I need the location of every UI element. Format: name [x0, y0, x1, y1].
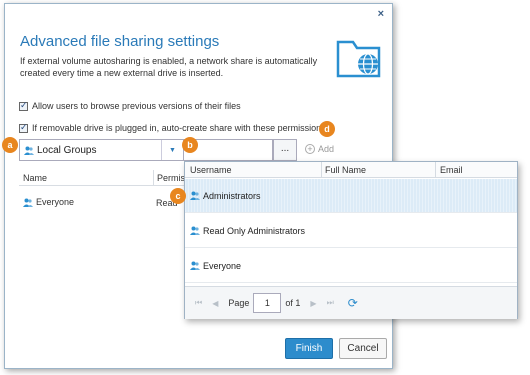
dropdown-value: Local Groups — [24, 145, 96, 156]
add-label: Add — [318, 144, 335, 154]
first-page-icon[interactable]: ⏮ — [195, 298, 202, 308]
users-icon — [190, 226, 200, 235]
list-item-user: Everyone — [190, 261, 241, 271]
add-button[interactable]: + Add — [305, 144, 334, 154]
prev-page-icon[interactable]: ◀ — [212, 299, 218, 308]
row-name: Everyone — [36, 197, 75, 207]
list-item-user: Administrators — [190, 191, 261, 201]
user-picker-popup: Username Full Name Email Administrators … — [184, 161, 518, 319]
list-item-label: Administrators — [203, 190, 261, 201]
page-count: of 1 — [285, 298, 301, 308]
group-type-dropdown[interactable]: Local Groups ▼ — [19, 139, 184, 161]
dialog-description: If external volume autosharing is enable… — [20, 56, 318, 78]
callout-c: c — [170, 188, 186, 204]
browse-button[interactable]: ... — [273, 139, 297, 161]
autocreate-share-row[interactable]: If removable drive is plugged in, auto-c… — [19, 122, 326, 133]
browse-versions-row[interactable]: Allow users to browse previous versions … — [19, 100, 241, 111]
list-item[interactable]: Everyone — [185, 249, 517, 283]
dialog-title: Advanced file sharing settings — [20, 33, 220, 50]
close-icon[interactable]: × — [378, 8, 384, 20]
callout-d: d — [319, 121, 335, 137]
dropdown-value-label: Local Groups — [37, 144, 97, 156]
refresh-icon[interactable]: ⟳ — [348, 296, 358, 310]
users-icon — [190, 191, 200, 200]
list-item[interactable]: Read Only Administrators — [185, 214, 517, 248]
page-label: Page — [228, 298, 250, 308]
chevron-down-icon[interactable]: ▼ — [161, 140, 183, 160]
column-header-username[interactable]: Username — [190, 165, 232, 175]
column-header-name[interactable]: Name — [23, 173, 47, 183]
autocreate-share-checkbox[interactable] — [19, 122, 28, 133]
list-item-label: Everyone — [203, 260, 242, 271]
network-folder-icon — [336, 40, 381, 78]
column-divider[interactable] — [321, 162, 322, 178]
callout-a: a — [2, 137, 18, 153]
table-row[interactable]: Everyone Read — [19, 194, 194, 212]
callout-b: b — [182, 137, 198, 153]
list-item-label: Read Only Administrators — [203, 225, 306, 236]
users-icon — [24, 146, 34, 155]
finish-button[interactable]: Finish — [285, 338, 333, 359]
row-name-cell: Everyone — [23, 197, 74, 207]
users-icon — [23, 198, 33, 207]
column-divider[interactable] — [435, 162, 436, 178]
column-header-fullname[interactable]: Full Name — [325, 165, 366, 175]
column-header-email[interactable]: Email — [440, 165, 463, 175]
page-number-input[interactable]: 1 — [253, 293, 282, 313]
browse-versions-label: Allow users to browse previous versions … — [32, 101, 241, 111]
next-page-icon[interactable]: ▶ — [310, 299, 316, 308]
cancel-button[interactable]: Cancel — [339, 338, 387, 359]
permissions-table-header: Name Permissio — [19, 170, 197, 186]
plus-icon: + — [305, 144, 315, 154]
pagination-bar: ⏮ ◀ Page 1 of 1 ▶ ⏭ ⟳ — [185, 286, 517, 319]
users-icon — [190, 261, 200, 270]
last-page-icon[interactable]: ⏭ — [327, 298, 334, 308]
autocreate-share-label: If removable drive is plugged in, auto-c… — [32, 123, 326, 133]
list-item[interactable]: Administrators — [185, 179, 517, 213]
list-item-user: Read Only Administrators — [190, 226, 305, 236]
browse-versions-checkbox[interactable] — [19, 100, 28, 111]
popup-table-header: Username Full Name Email — [185, 162, 517, 178]
